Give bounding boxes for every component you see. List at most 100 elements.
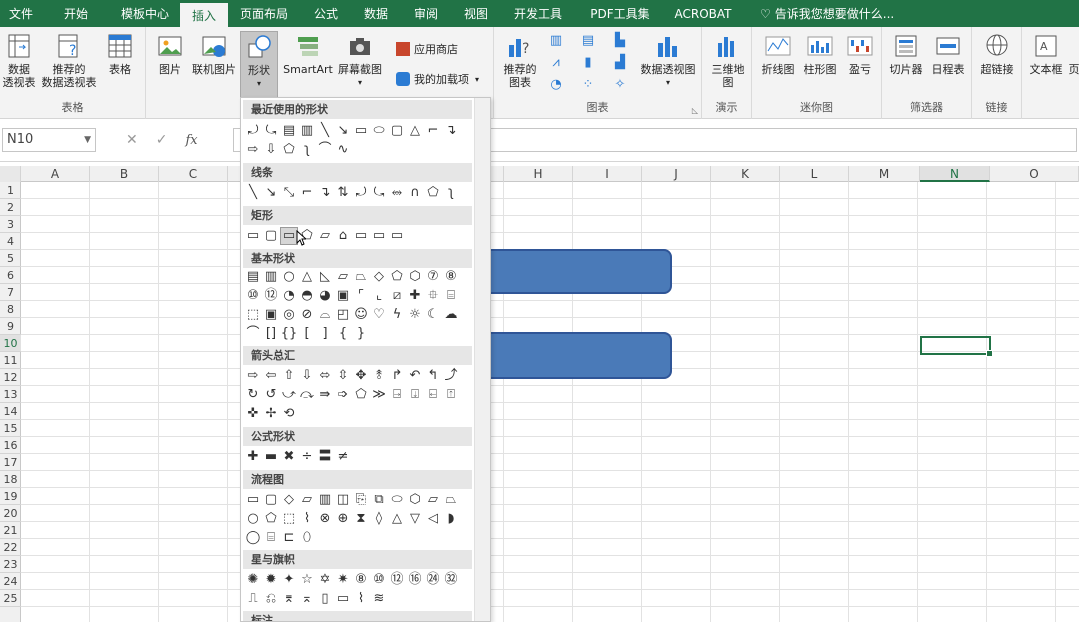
shape-elbow-arrow-icon[interactable]: ↴ [443, 123, 459, 139]
arrow-curved-down-icon[interactable]: ⤼ [299, 387, 315, 403]
arrow-callout-down-icon[interactable]: ⍗ [407, 387, 423, 403]
shape-right-arrow-icon[interactable]: ⇨ [245, 142, 261, 158]
star-7pt-icon[interactable]: ✷ [335, 572, 351, 588]
basic-triangle-icon[interactable]: △ [299, 269, 315, 285]
eq-divide-icon[interactable]: ÷ [299, 449, 315, 465]
flow-merge-icon[interactable]: ▽ [407, 511, 423, 527]
rect-round-same-icon[interactable]: ▭ [371, 228, 387, 244]
column-header-n[interactable]: N [920, 166, 990, 182]
tab-acrobat[interactable]: ACROBAT [664, 0, 742, 27]
line-curved-icon[interactable]: ⤾ [353, 185, 369, 201]
arrow-callout-left-icon[interactable]: ⍇ [425, 387, 441, 403]
basic-right-brace-icon[interactable]: } [353, 326, 369, 342]
flow-process-icon[interactable]: ▭ [245, 492, 261, 508]
rect-snip-single-icon[interactable]: ▭ [280, 227, 298, 245]
tab-templates[interactable]: 模板中心 [110, 0, 180, 27]
hyperlink-button[interactable]: 超链接 [976, 31, 1018, 76]
header-footer-button[interactable]: 页 [1068, 31, 1079, 76]
rect-plain-icon[interactable]: ▭ [245, 228, 261, 244]
row-header-18[interactable]: 18 [0, 471, 21, 488]
shape-down-arrow-icon[interactable]: ⇩ [263, 142, 279, 158]
arrow-up-down-icon[interactable]: ⇳ [335, 368, 351, 384]
column-header-o[interactable]: O [990, 166, 1079, 182]
insert-function-icon[interactable]: fx [185, 133, 197, 148]
basic-half-frame-icon[interactable]: ⌜ [353, 288, 369, 304]
row-header-22[interactable]: 22 [0, 539, 21, 556]
arrow-callout-quad-icon[interactable]: ✢ [263, 406, 279, 422]
flow-data-icon[interactable]: ▱ [299, 492, 315, 508]
smartart-button[interactable]: SmartArt [282, 31, 334, 76]
flow-display-icon[interactable]: ⬯ [299, 530, 315, 546]
star-5pt-icon[interactable]: ☆ [299, 572, 315, 588]
flow-manual-input-icon[interactable]: ⏥ [425, 492, 441, 508]
flow-or-icon[interactable]: ⊕ [335, 511, 351, 527]
basic-donut-icon[interactable]: ◎ [281, 307, 297, 323]
flow-direct-storage-icon[interactable]: ⊏ [281, 530, 297, 546]
table-button[interactable]: 表格 [103, 31, 137, 76]
basic-smiley-icon[interactable]: ☺ [353, 307, 369, 323]
basic-hexagon-icon[interactable]: ⬡ [407, 269, 423, 285]
flow-manual-op-icon[interactable]: ⏢ [443, 492, 459, 508]
line-elbow-arrow-icon[interactable]: ↴ [317, 185, 333, 201]
row-header-11[interactable]: 11 [0, 352, 21, 369]
shape-snip-icon[interactable]: ⬠ [281, 142, 297, 158]
basic-right-triangle-icon[interactable]: ◺ [317, 269, 333, 285]
my-addins-button[interactable]: 我的加载项 ▾ [396, 71, 479, 87]
eq-minus-icon[interactable]: ▬ [263, 449, 279, 465]
rounded-rectangle-shape-2[interactable] [470, 332, 672, 379]
flow-extract-icon[interactable]: △ [389, 511, 405, 527]
column-header-i[interactable]: I [573, 166, 642, 182]
star-explosion2-icon[interactable]: ✹ [263, 572, 279, 588]
shape-arrow-line-icon[interactable]: ↘ [335, 123, 351, 139]
star-4pt-icon[interactable]: ✦ [281, 572, 297, 588]
shape-oval-icon[interactable]: ⬭ [371, 123, 387, 139]
basic-oval-icon[interactable]: ○ [281, 269, 297, 285]
pivot-chart-button[interactable]: 数据透视图 ▾ [638, 31, 698, 89]
arrow-pentagon-icon[interactable]: ⬠ [353, 387, 369, 403]
arrow-up-icon[interactable]: ⇧ [281, 368, 297, 384]
rounded-rectangle-shape-1[interactable] [470, 249, 672, 294]
basic-lightning-icon[interactable]: ϟ [389, 307, 405, 323]
arrow-chevron-icon[interactable]: ≫ [371, 387, 387, 403]
line-elbow-icon[interactable]: ⌐ [299, 185, 315, 201]
arrow-curved-left-icon[interactable]: ↺ [263, 387, 279, 403]
flow-stored-data-icon[interactable]: ◁ [425, 511, 441, 527]
flow-magnetic-disk-icon[interactable]: ⌸ [263, 530, 279, 546]
star-32pt-icon[interactable]: ㉜ [443, 572, 459, 588]
banner-curved-up-icon[interactable]: ⌆ [281, 591, 297, 607]
arrow-left-right-icon[interactable]: ⬄ [317, 368, 333, 384]
basic-frame-icon[interactable]: ▣ [335, 288, 351, 304]
basic-pentagon-icon[interactable]: ⬠ [389, 269, 405, 285]
cancel-icon[interactable]: ✕ [126, 132, 138, 148]
row-header-3[interactable]: 3 [0, 216, 21, 233]
flow-internal-storage-icon[interactable]: ◫ [335, 492, 351, 508]
row-header-23[interactable]: 23 [0, 556, 21, 573]
row-header-2[interactable]: 2 [0, 199, 21, 216]
line-double-arrow-icon[interactable]: ⤡ [281, 185, 297, 201]
row-header-1[interactable]: 1 [0, 182, 21, 199]
pivot-table-button[interactable]: 数据 透视表 [2, 31, 36, 89]
flow-connector-icon[interactable]: ○ [245, 511, 261, 527]
arrow-left-up-icon[interactable]: ↰ [425, 368, 441, 384]
arrow-curved-right-icon[interactable]: ↻ [245, 387, 261, 403]
line-straight-icon[interactable]: ╲ [245, 185, 261, 201]
basic-no-symbol-icon[interactable]: ⊘ [299, 307, 315, 323]
line-arrow-icon[interactable]: ↘ [263, 185, 279, 201]
line-chart-icon[interactable]: ⩘ [544, 55, 568, 71]
tab-insert[interactable]: 插入 [180, 3, 228, 27]
star-16pt-icon[interactable]: ⑯ [407, 572, 423, 588]
shape-triangle-icon[interactable]: △ [407, 123, 423, 139]
basic-teardrop-icon[interactable]: ◕ [317, 288, 333, 304]
flow-seq-storage-icon[interactable]: ◯ [245, 530, 261, 546]
radar-chart-icon[interactable]: ✧ [608, 77, 632, 93]
confirm-icon[interactable]: ✓ [156, 132, 168, 148]
arrow-quad-icon[interactable]: ✥ [353, 368, 369, 384]
shape-wave-icon[interactable]: ∿ [335, 142, 351, 158]
row-header-15[interactable]: 15 [0, 420, 21, 437]
basic-diag-stripe-icon[interactable]: ⧄ [389, 288, 405, 304]
arrow-callout-right-icon[interactable]: ⍈ [389, 387, 405, 403]
flow-offpage-icon[interactable]: ⬠ [263, 511, 279, 527]
flow-collate-icon[interactable]: ⧗ [353, 511, 369, 527]
shape-freeform-icon[interactable]: ʅ [299, 142, 315, 158]
timeline-button[interactable]: 日程表 [928, 31, 968, 76]
